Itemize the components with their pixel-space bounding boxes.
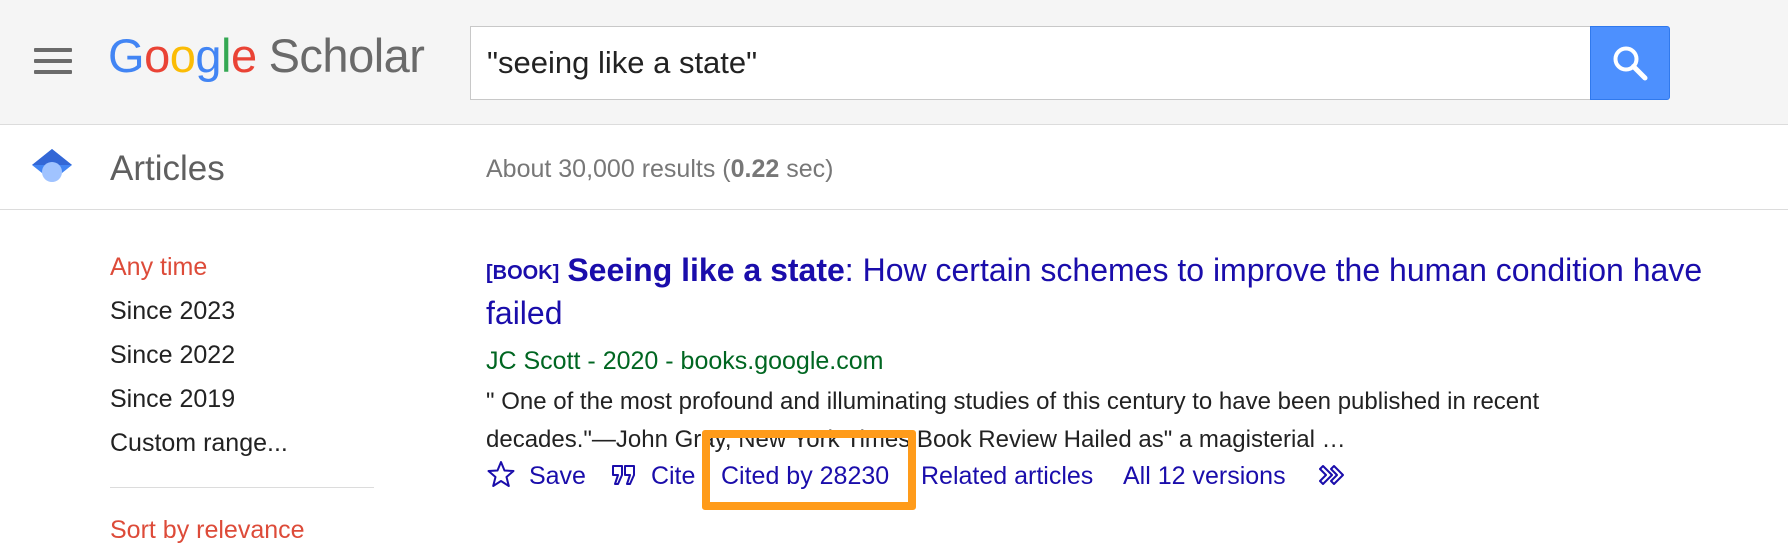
more-options-button[interactable] bbox=[1319, 456, 1351, 496]
header-bar: Google Scholar bbox=[0, 0, 1788, 125]
results-count: About 30,000 results (0.22 sec) bbox=[486, 155, 834, 183]
save-button[interactable]: Save bbox=[486, 456, 586, 496]
sort-by-relevance[interactable]: Sort by relevance bbox=[110, 516, 305, 545]
cite-button[interactable]: Cite bbox=[610, 456, 695, 496]
save-label: Save bbox=[528, 462, 586, 490]
filter-any-time[interactable]: Any time bbox=[110, 252, 288, 296]
search-button[interactable] bbox=[1590, 26, 1670, 100]
search-input[interactable] bbox=[487, 27, 1567, 99]
star-icon bbox=[487, 461, 515, 487]
cite-label: Cite bbox=[650, 462, 696, 490]
search-result: [BOOK] Seeing like a state: How certain s… bbox=[486, 250, 1736, 459]
time-filter-list: Any time Since 2023 Since 2022 Since 201… bbox=[110, 252, 288, 472]
all-versions-link[interactable]: All 12 versions bbox=[1123, 456, 1286, 496]
result-year: 2020 bbox=[602, 347, 659, 375]
filter-since-2022[interactable]: Since 2022 bbox=[110, 340, 288, 384]
results-time: 0.22 bbox=[730, 155, 780, 183]
menu-icon[interactable] bbox=[34, 48, 72, 74]
result-title-bold: Seeing like a state bbox=[567, 252, 845, 288]
graduation-cap-icon bbox=[32, 149, 72, 182]
result-snippet: " One of the most profound and illuminat… bbox=[486, 388, 1540, 453]
cited-by-link[interactable]: Cited by 28230 bbox=[721, 456, 889, 496]
section-label: Articles bbox=[110, 149, 225, 188]
result-source: books.google.com bbox=[680, 347, 884, 375]
filter-since-2019[interactable]: Since 2019 bbox=[110, 384, 288, 428]
search-icon bbox=[1613, 46, 1648, 81]
search-box[interactable] bbox=[470, 26, 1590, 100]
filter-custom-range[interactable]: Custom range... bbox=[110, 428, 288, 472]
double-chevron-right-icon bbox=[1319, 465, 1344, 485]
logo-product-name: Scholar bbox=[268, 29, 425, 82]
results-subheader: Articles About 30,000 results (0.22 sec) bbox=[0, 125, 1788, 210]
sidebar-divider bbox=[110, 487, 374, 488]
result-title-link[interactable]: [BOOK] Seeing like a state: How certain s… bbox=[486, 250, 1736, 333]
quote-icon bbox=[612, 465, 635, 485]
filter-since-2023[interactable]: Since 2023 bbox=[110, 296, 288, 340]
result-meta: JC Scott - 2020 - books.google.com bbox=[486, 347, 884, 375]
author-link[interactable]: JC Scott bbox=[486, 347, 580, 375]
google-scholar-logo[interactable]: Google Scholar bbox=[108, 28, 425, 83]
result-type-tag: [BOOK] bbox=[486, 262, 560, 284]
related-articles-link[interactable]: Related articles bbox=[921, 456, 1093, 496]
